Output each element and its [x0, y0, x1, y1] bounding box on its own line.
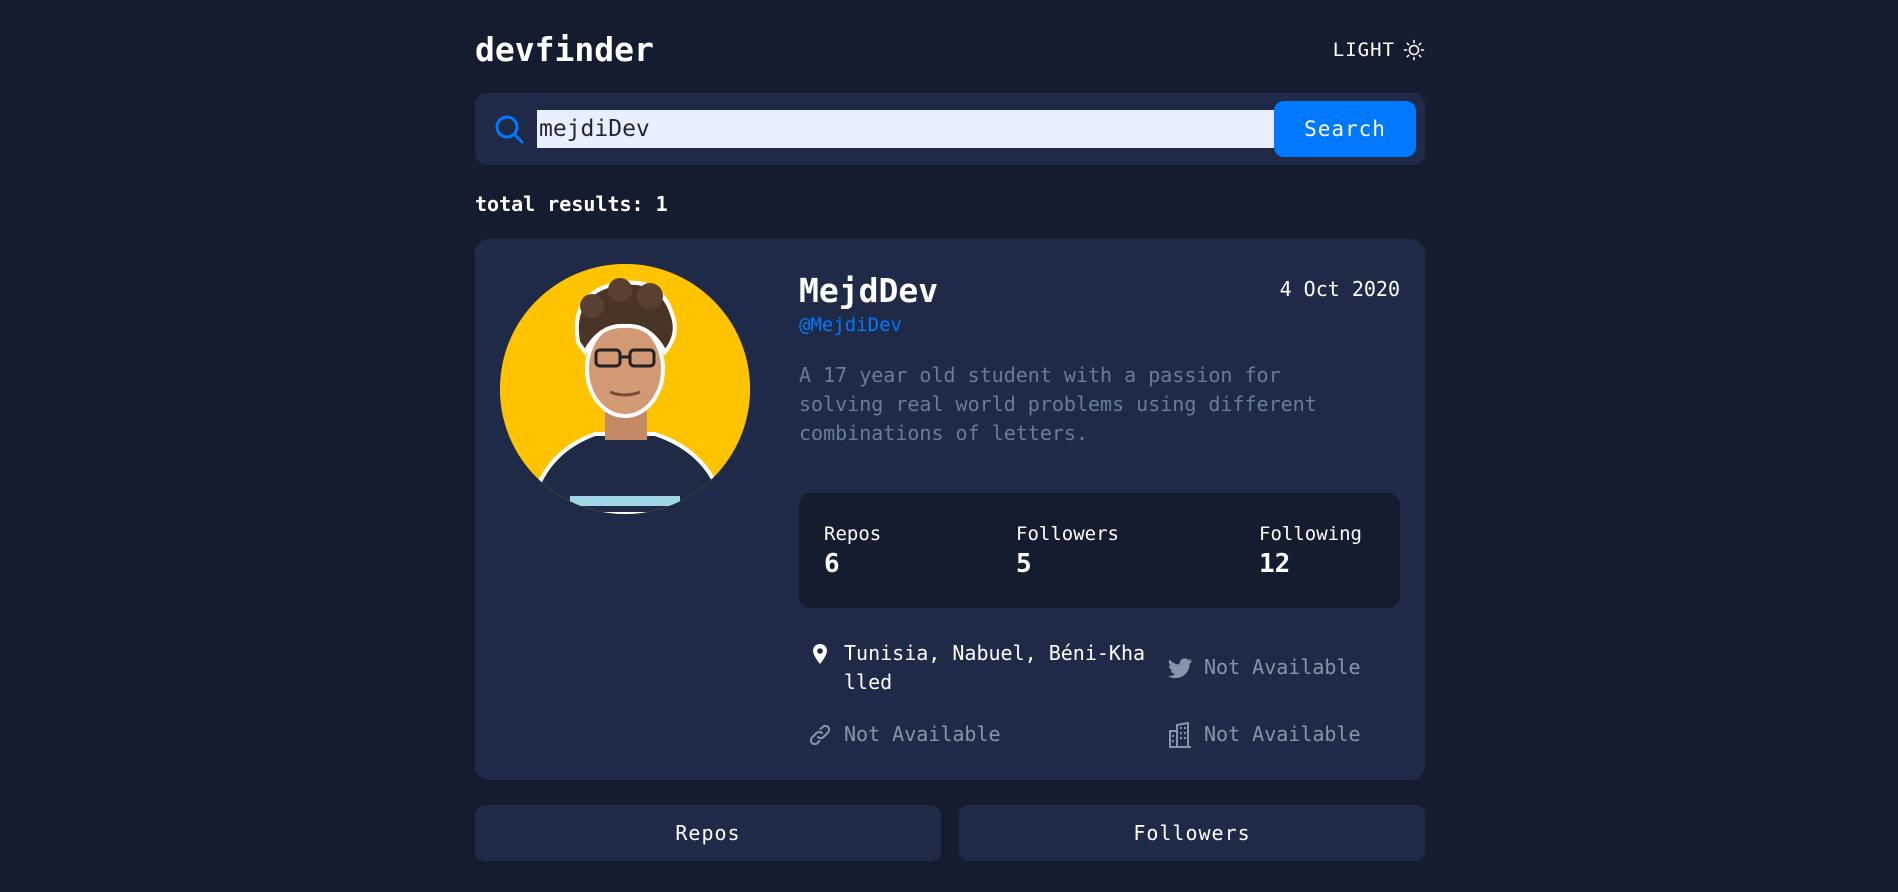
- stat-followers: Followers 5: [1016, 523, 1119, 579]
- stats-panel: Repos 6 Followers 5 Following 12: [799, 493, 1400, 608]
- app-container: devfinder LIGHT mejdiDev Search total re…: [475, 0, 1425, 892]
- profile-name: MejdDev: [799, 271, 939, 310]
- stat-following-value: 12: [1259, 549, 1291, 579]
- stat-repos-value: 6: [824, 549, 840, 579]
- search-bar: Search: [475, 93, 1425, 165]
- stat-repos-label: Repos: [824, 523, 882, 545]
- twitter-icon: [1168, 653, 1192, 682]
- info-website: Not Available: [808, 720, 1001, 749]
- profile-handle[interactable]: @MejdiDev: [799, 314, 902, 336]
- search-icon: [495, 115, 524, 144]
- profile-bio: A 17 year old student with a passion for…: [799, 363, 1317, 445]
- app-logo: devfinder: [475, 30, 654, 69]
- header: devfinder LIGHT: [475, 28, 1425, 74]
- building-icon: [1168, 720, 1192, 749]
- stat-repos: Repos 6: [824, 523, 881, 579]
- avatar-image: [500, 264, 750, 514]
- link-icon: [808, 720, 832, 749]
- website-text[interactable]: Not Available: [844, 720, 1001, 749]
- theme-toggle-label: LIGHT: [1332, 39, 1395, 61]
- info-twitter: Not Available: [1168, 653, 1361, 682]
- info-location: Tunisia, Nabuel, Béni-Khalled: [808, 639, 1153, 697]
- stat-following: Following 12: [1259, 523, 1362, 579]
- twitter-text: Not Available: [1204, 655, 1361, 679]
- search-input[interactable]: [537, 110, 1283, 148]
- search-button[interactable]: Search: [1274, 101, 1416, 157]
- location-text: Tunisia, Nabuel, Béni-Khalled: [844, 641, 1146, 694]
- stat-followers-value: 5: [1016, 549, 1032, 579]
- total-results: total results: 1: [475, 192, 668, 216]
- stat-followers-label: Followers: [1016, 523, 1119, 545]
- profile-card: MejdDev 4 Oct 2020 @MejdiDev A 17 year o…: [475, 239, 1425, 780]
- info-company: Not Available: [1168, 720, 1361, 749]
- followers-tab-button[interactable]: Followers: [959, 805, 1425, 861]
- joined-date: 4 Oct 2020: [1279, 277, 1400, 301]
- company-text: Not Available: [1204, 722, 1361, 746]
- theme-toggle[interactable]: LIGHT: [1333, 36, 1425, 64]
- avatar: [500, 264, 750, 514]
- sun-icon: [1403, 39, 1425, 61]
- repos-tab-button[interactable]: Repos: [475, 805, 941, 861]
- stat-following-label: Following: [1259, 523, 1362, 545]
- location-pin-icon: [808, 639, 832, 668]
